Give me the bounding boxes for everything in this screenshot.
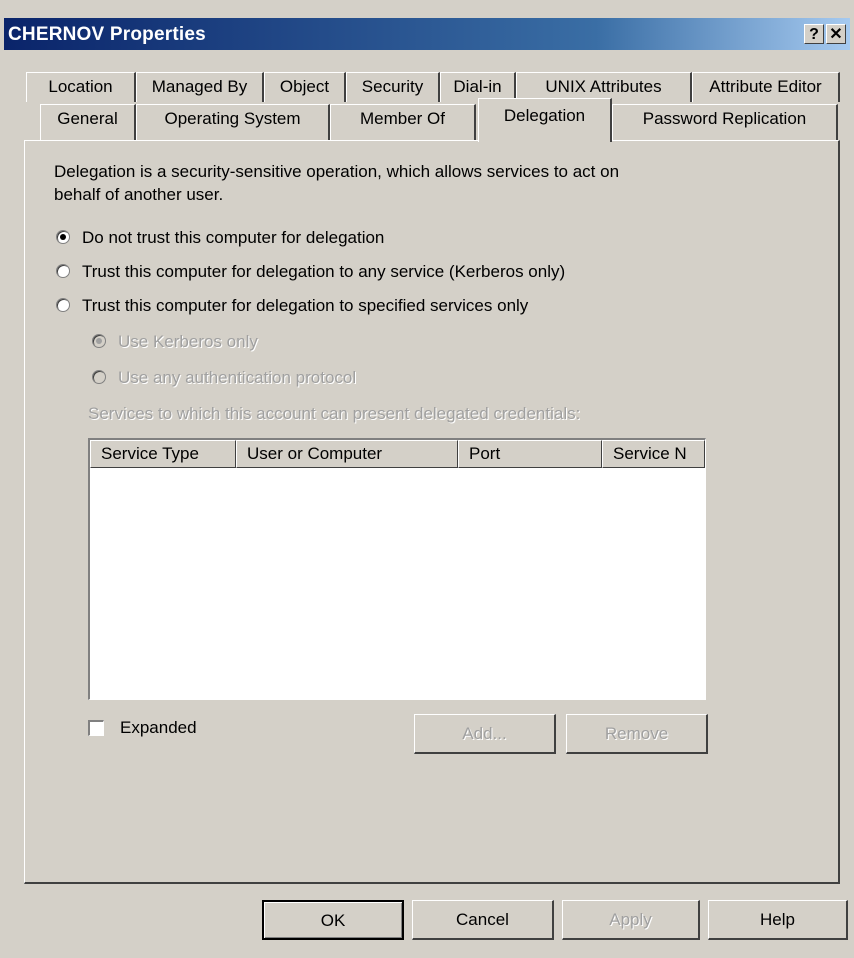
- tab-member-of[interactable]: Member Of: [330, 104, 476, 140]
- col-port[interactable]: Port: [458, 440, 602, 468]
- option-trust-any-label[interactable]: Trust this computer for delegation to an…: [82, 262, 565, 282]
- radio-no-trust[interactable]: [56, 230, 70, 244]
- suboption-kerberos-label[interactable]: Use Kerberos only: [118, 332, 258, 352]
- tab-object[interactable]: Object: [264, 72, 346, 102]
- expanded-checkbox[interactable]: [88, 720, 104, 736]
- radio-any-auth-protocol[interactable]: [92, 370, 106, 384]
- remove-button[interactable]: Remove: [566, 714, 708, 754]
- cancel-button[interactable]: Cancel: [412, 900, 554, 940]
- radio-trust-specified[interactable]: [56, 298, 70, 312]
- services-list[interactable]: Service Type User or Computer Port Servi…: [88, 438, 706, 700]
- close-icon[interactable]: ✕: [826, 24, 846, 44]
- option-trust-specified-label[interactable]: Trust this computer for delegation to sp…: [82, 296, 528, 316]
- tab-general[interactable]: General: [40, 104, 136, 140]
- radio-kerberos-only[interactable]: [92, 334, 106, 348]
- tab-location[interactable]: Location: [26, 72, 136, 102]
- col-service-type[interactable]: Service Type: [90, 440, 236, 468]
- radio-selected-dot: [60, 234, 66, 240]
- col-user-or-computer[interactable]: User or Computer: [236, 440, 458, 468]
- tab-attribute-editor[interactable]: Attribute Editor: [692, 72, 840, 102]
- tab-password-replication[interactable]: Password Replication: [612, 104, 838, 140]
- ok-button[interactable]: OK: [262, 900, 404, 940]
- help-button[interactable]: Help: [708, 900, 848, 940]
- add-button[interactable]: Add...: [414, 714, 556, 754]
- delegation-description-line1: Delegation is a security-sensitive opera…: [54, 162, 620, 181]
- tab-operating-system[interactable]: Operating System: [136, 104, 330, 140]
- help-icon[interactable]: ?: [804, 24, 824, 44]
- services-label: Services to which this account can prese…: [88, 404, 581, 423]
- tab-managed-by[interactable]: Managed By: [136, 72, 264, 102]
- title-bar[interactable]: CHERNOV Properties ? ✕: [4, 18, 850, 50]
- radio-selected-dot: [96, 338, 102, 344]
- suboption-any-auth-label[interactable]: Use any authentication protocol: [118, 368, 356, 388]
- window-title: CHERNOV Properties: [8, 24, 206, 45]
- col-service-name[interactable]: Service N: [602, 440, 705, 468]
- delegation-description-line2: behalf of another user.: [54, 185, 224, 204]
- apply-button[interactable]: Apply: [562, 900, 700, 940]
- option-no-trust-label[interactable]: Do not trust this computer for delegatio…: [82, 228, 384, 248]
- expanded-label[interactable]: Expanded: [120, 718, 197, 738]
- tab-delegation[interactable]: Delegation: [478, 98, 612, 142]
- radio-trust-any-service[interactable]: [56, 264, 70, 278]
- properties-dialog: CHERNOV Properties ? ✕ Location Managed …: [0, 0, 854, 958]
- tab-security[interactable]: Security: [346, 72, 440, 102]
